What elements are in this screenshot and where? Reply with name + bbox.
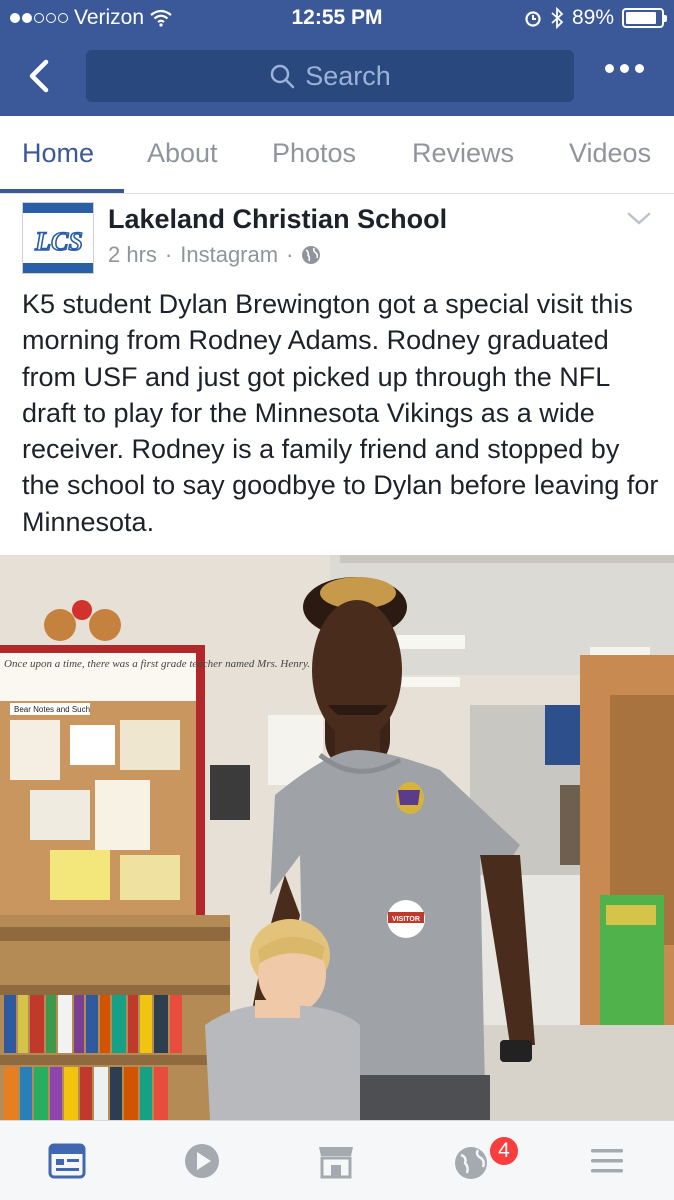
tab-videos[interactable]: Videos — [569, 138, 651, 169]
search-icon — [270, 64, 295, 89]
meta-separator: · — [286, 242, 294, 267]
bottom-tab-bar: 4 — [0, 1120, 674, 1200]
notification-badge: 4 — [488, 1135, 520, 1167]
globe-icon — [302, 246, 321, 264]
notifications-globe-icon[interactable] — [451, 1141, 491, 1181]
back-arrow-icon[interactable] — [22, 54, 62, 98]
search-placeholder: Search — [305, 60, 391, 91]
bear-notes-label: Bear Notes and Such — [14, 705, 90, 714]
menu-hamburger-icon[interactable] — [587, 1141, 627, 1181]
photo-illustration: Once upon a time, there was a first grad… — [0, 555, 674, 1120]
page-avatar[interactable]: LCS — [22, 202, 94, 274]
active-tab-indicator — [0, 189, 124, 193]
video-play-icon[interactable] — [182, 1141, 222, 1181]
chevron-down-icon[interactable] — [626, 208, 652, 228]
battery-icon — [622, 8, 667, 28]
tab-reviews[interactable]: Reviews — [412, 138, 514, 169]
tab-about[interactable]: About — [147, 138, 218, 169]
meta-separator: · — [164, 242, 173, 267]
page-name-link[interactable]: Lakeland Christian School — [108, 204, 447, 235]
logo-text: LCS — [34, 227, 83, 256]
post-photo[interactable]: Once upon a time, there was a first grad… — [0, 555, 674, 1120]
news-feed-icon[interactable] — [47, 1141, 87, 1181]
alarm-icon — [525, 11, 541, 27]
post-meta: 2 hrs · Instagram · — [108, 242, 321, 268]
post-header: LCS Lakeland Christian School 2 hrs · In… — [0, 194, 674, 280]
visitor-sticker-text: VISITOR — [392, 916, 420, 923]
post-body-text: K5 student Dylan Brewington got a specia… — [22, 289, 659, 537]
status-bar: Verizon 12:55 PM 89% — [0, 0, 674, 38]
tab-home[interactable]: Home — [22, 138, 94, 169]
tab-photos[interactable]: Photos — [272, 138, 356, 169]
marketplace-icon[interactable] — [316, 1141, 356, 1181]
post-source: Instagram — [180, 242, 279, 267]
navigation-bar: Search — [0, 42, 674, 112]
page-tabs: Home About Photos Reviews Videos — [0, 116, 674, 194]
post-time[interactable]: 2 hrs — [108, 242, 157, 268]
search-input[interactable]: Search — [86, 50, 574, 102]
more-options-icon[interactable] — [605, 64, 644, 73]
bluetooth-icon — [551, 7, 564, 29]
top-header: Verizon 12:55 PM 89% Search — [0, 0, 674, 116]
battery-percent: 89% — [571, 6, 614, 29]
